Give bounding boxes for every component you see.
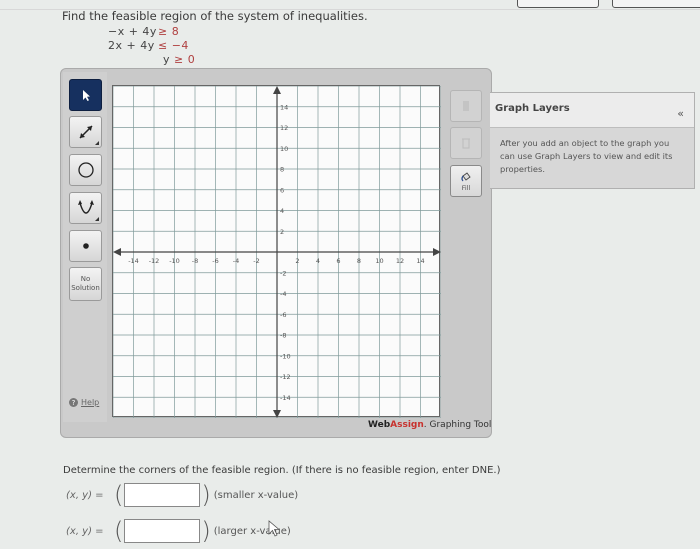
x-tick-label: 2 bbox=[295, 257, 299, 265]
graph-layers-header: Graph Layers « bbox=[490, 93, 694, 128]
y-tick-label: -6 bbox=[280, 311, 286, 319]
y-axis-arrow-down bbox=[273, 410, 281, 418]
line-tool-button[interactable] bbox=[69, 116, 102, 148]
x-tick-label: 12 bbox=[396, 257, 404, 265]
inequality-2: 2x + 4y ≤ −4 bbox=[108, 39, 189, 52]
answer-row-larger: (x, y) = ( ) (larger x-value) bbox=[66, 519, 291, 543]
y-tick-label: 10 bbox=[280, 145, 288, 153]
fill-button[interactable]: Fill bbox=[450, 165, 482, 197]
open-paren: ( bbox=[114, 517, 124, 545]
answer-label: (x, y) = bbox=[66, 489, 104, 501]
open-paren: ( bbox=[114, 481, 124, 509]
x-tick-label: 10 bbox=[375, 257, 383, 265]
y-tick-label: 14 bbox=[280, 103, 288, 111]
inequality-3: y ≥ 0 bbox=[162, 53, 196, 66]
graph-layers-body: After you add an object to the graph you… bbox=[500, 138, 673, 174]
graph-layers-panel: Graph Layers « After you add an object t… bbox=[490, 92, 695, 189]
x-axis-arrow-right bbox=[433, 248, 441, 256]
top-nav-button[interactable] bbox=[517, 0, 599, 8]
y-tick-label: 4 bbox=[280, 207, 284, 215]
question-text: Find the feasible region of the system o… bbox=[62, 9, 368, 23]
y-tick-label: -8 bbox=[280, 332, 286, 340]
point-icon bbox=[82, 243, 89, 249]
brand-suffix: . Graphing Tool bbox=[423, 420, 492, 430]
corner-smaller-x-input[interactable] bbox=[124, 483, 201, 507]
y-tick-label: 12 bbox=[280, 124, 288, 132]
graph-svg: -14 -12 -10 -8 -6 -4 -2 2 4 6 8 10 12 14 14 12 10 8 6 4 2 -2 -… bbox=[113, 86, 441, 418]
x-tick-label: 14 bbox=[416, 257, 424, 265]
help-link[interactable]: ? Help bbox=[69, 398, 99, 407]
trash-icon bbox=[462, 138, 470, 149]
y-tick-label: 6 bbox=[280, 186, 284, 194]
x-axis-arrow-left bbox=[113, 248, 121, 256]
collapse-icon[interactable]: « bbox=[677, 107, 684, 120]
answer-label: (x, y) = bbox=[66, 525, 104, 537]
answer-prompt: Determine the corners of the feasible re… bbox=[63, 465, 501, 476]
eraser-icon bbox=[463, 101, 469, 111]
trash-button bbox=[450, 127, 482, 159]
point-tool-button[interactable] bbox=[69, 230, 102, 262]
parabola-icon bbox=[77, 200, 94, 214]
submenu-indicator bbox=[95, 217, 99, 221]
close-paren: ) bbox=[201, 481, 211, 509]
line-icon bbox=[78, 125, 93, 139]
pointer-tool-button[interactable] bbox=[69, 79, 102, 111]
circle-icon bbox=[77, 162, 94, 178]
graph-layers-title: Graph Layers bbox=[495, 103, 570, 114]
x-tick-label: 4 bbox=[316, 257, 320, 265]
webassign-branding: WebAssign. Graphing Tool bbox=[368, 420, 491, 430]
brand-web: Web bbox=[368, 420, 391, 430]
x-tick-label: -6 bbox=[212, 257, 218, 265]
x-tick-label: 6 bbox=[336, 257, 340, 265]
x-tick-label: -8 bbox=[192, 257, 198, 265]
x-tick-label: -12 bbox=[149, 257, 160, 265]
y-axis-arrow-up bbox=[273, 86, 281, 94]
x-tick-label: -14 bbox=[128, 257, 139, 265]
pointer-icon bbox=[82, 90, 90, 101]
help-label: Help bbox=[81, 398, 100, 407]
no-solution-label-1: No bbox=[80, 275, 91, 283]
no-solution-label-2: Solution bbox=[71, 284, 100, 292]
corner-larger-x-input[interactable] bbox=[124, 519, 201, 543]
y-tick-label: -12 bbox=[280, 373, 291, 381]
y-tick-label: 2 bbox=[280, 228, 284, 236]
x-tick-label: -10 bbox=[169, 257, 180, 265]
paint-bucket-icon bbox=[461, 171, 471, 181]
y-tick-label: -14 bbox=[280, 394, 291, 402]
delete-button bbox=[450, 90, 482, 122]
answer-row-smaller: (x, y) = ( ) (smaller x-value) bbox=[66, 483, 298, 507]
y-tick-label: 8 bbox=[280, 166, 284, 174]
y-tick-label: -2 bbox=[280, 269, 286, 277]
close-paren: ) bbox=[201, 517, 211, 545]
x-tick-label: -4 bbox=[233, 257, 239, 265]
inequality-1: −x + 4y ≥ 8 bbox=[108, 25, 180, 38]
circle-tool-button[interactable] bbox=[69, 154, 102, 186]
top-nav-button[interactable] bbox=[612, 0, 700, 8]
brand-assign: Assign bbox=[390, 420, 424, 430]
x-tick-label: 8 bbox=[357, 257, 361, 265]
answer-hint: (smaller x-value) bbox=[213, 489, 299, 501]
fill-label: Fill bbox=[461, 183, 471, 192]
y-tick-label: -4 bbox=[280, 290, 286, 298]
graph-canvas[interactable]: -14 -12 -10 -8 -6 -4 -2 2 4 6 8 10 12 14 14 12 10 8 6 4 2 -2 -… bbox=[112, 85, 441, 418]
x-tick-label: -2 bbox=[253, 257, 259, 265]
submenu-indicator bbox=[95, 141, 99, 145]
no-solution-button[interactable]: No Solution bbox=[69, 267, 102, 301]
mouse-cursor-icon bbox=[268, 520, 281, 537]
parabola-tool-button[interactable] bbox=[69, 192, 102, 224]
y-tick-label: -10 bbox=[280, 352, 291, 360]
help-icon: ? bbox=[69, 398, 78, 407]
